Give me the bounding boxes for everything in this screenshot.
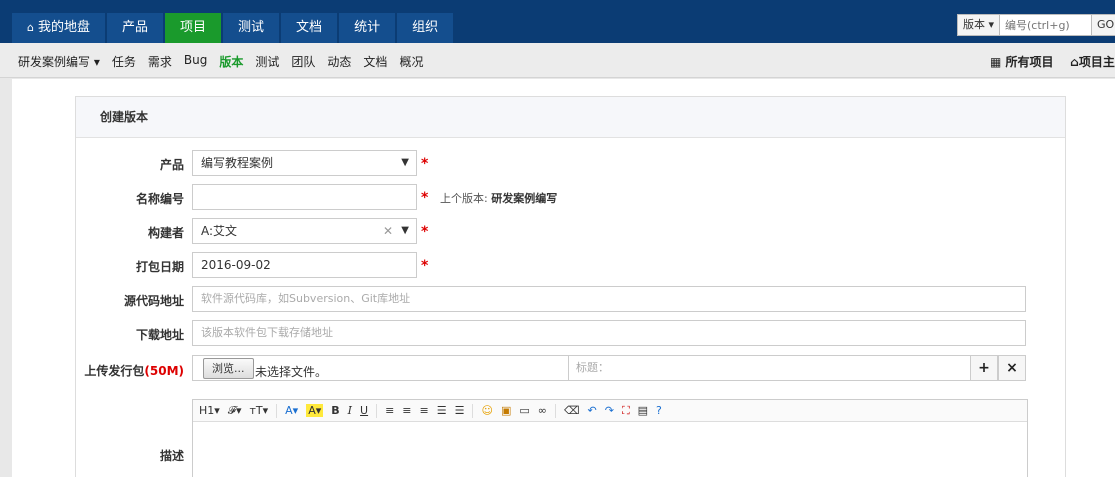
builder-select[interactable]: A:艾文 ✕ ▼ (192, 218, 417, 244)
tab-label: 文档 (296, 20, 323, 35)
help-icon[interactable]: ? (656, 404, 662, 417)
tab-label: 组织 (412, 20, 439, 35)
search-box: 版本 ▾ GO (957, 14, 1115, 36)
font-family-button[interactable]: 𝓕▾ (228, 404, 242, 418)
required-mark: * (421, 258, 429, 274)
required-mark: * (421, 190, 429, 206)
tab-label: 项目 (180, 20, 207, 35)
upload-label: 上传发行包(50M) (84, 364, 184, 378)
content-area: 创建版本 产品 编写教程案例 ▼ * 名称编号 * 上个版本: 研发案例编写 构建… (12, 79, 1115, 477)
align-right-icon[interactable]: ≡ (420, 404, 429, 417)
name-label: 名称编号 (135, 192, 184, 206)
add-file-button[interactable]: + (970, 355, 998, 381)
tab-label: 统计 (354, 20, 381, 35)
product-label: 产品 (159, 158, 184, 172)
scm-input[interactable]: 软件源代码库，如Subversion、Git库地址 (192, 286, 1026, 312)
download-input[interactable]: 该版本软件包下载存储地址 (192, 320, 1026, 346)
tab-test[interactable]: 测试 (223, 13, 280, 43)
file-title-input[interactable]: 标题： (568, 355, 970, 381)
home-icon: ⌂ (27, 21, 34, 34)
close-icon: × (1006, 360, 1018, 376)
product-select[interactable]: 编写教程案例 ▼ (192, 150, 417, 176)
browse-button[interactable]: 浏览... (203, 358, 254, 379)
image-icon[interactable]: ▣ (501, 404, 511, 417)
clear-icon[interactable]: ✕ (383, 219, 393, 243)
font-size-button[interactable]: тT▾ (249, 404, 268, 417)
bold-button[interactable]: B (331, 404, 339, 417)
editor-toolbar: H1▾ 𝓕▾ тT▾ A▾ A▾ B I U ≡ ≡ ≡ ☰ ☰ ☺ ▣ ▭ ∞ (193, 400, 1027, 422)
required-mark: * (421, 156, 429, 172)
subnav-item-story[interactable]: 需求 (148, 53, 172, 70)
subnav-item-build[interactable]: 版本 (219, 53, 243, 70)
top-bar: ⌂我的地盘 产品 项目 测试 文档 统计 组织 版本 ▾ GO (0, 0, 1115, 43)
code-icon[interactable]: ▭ (519, 404, 529, 417)
main-nav: ⌂ 我的地盘 产品 项目 测试 文档 统计 组织 (12, 13, 455, 43)
divider (554, 403, 556, 418)
subnav-item-test[interactable]: 测试 (255, 53, 279, 70)
desc-label: 描述 (159, 449, 184, 463)
no-file-text: 未选择文件。 (255, 365, 328, 379)
highlight-color-button[interactable]: A▾ (306, 404, 324, 417)
name-input[interactable] (192, 184, 417, 210)
align-center-icon[interactable]: ≡ (402, 404, 411, 417)
eraser-icon[interactable]: ⌫ (564, 404, 580, 417)
required-mark: * (421, 224, 429, 240)
project-switcher[interactable]: 研发案例编写 ▾ (18, 53, 100, 70)
link-icon[interactable]: ∞ (538, 404, 547, 417)
caret-down-icon: ▼ (401, 157, 409, 168)
scm-label: 源代码地址 (123, 294, 184, 308)
tab-doc[interactable]: 文档 (281, 13, 338, 43)
subnav-item-task[interactable]: 任务 (112, 53, 136, 70)
tab-label: 我的地盘 (37, 20, 90, 35)
subnav-item-bug[interactable]: Bug (184, 53, 207, 70)
last-version-hint: 上个版本: 研发案例编写 (440, 192, 558, 205)
tab-label: 产品 (122, 20, 149, 35)
emoticon-icon[interactable]: ☺ (481, 404, 492, 417)
subnav-item-view[interactable]: 概况 (399, 53, 423, 70)
description-editor[interactable]: H1▾ 𝓕▾ тT▾ A▾ A▾ B I U ≡ ≡ ≡ ☰ ☰ ☺ ▣ ▭ ∞ (192, 399, 1028, 477)
tab-my-dashboard[interactable]: ⌂ 我的地盘 (12, 13, 105, 43)
project-home-link[interactable]: ⌂项目主页 (1070, 55, 1115, 69)
italic-button[interactable]: I (348, 404, 352, 417)
divider (376, 403, 378, 418)
underline-button[interactable]: U (360, 404, 368, 417)
subnav-item-dynamic[interactable]: 动态 (327, 53, 351, 70)
download-label: 下载地址 (135, 328, 184, 342)
heading-button[interactable]: H1▾ (199, 404, 220, 417)
divider (472, 403, 474, 418)
tab-project[interactable]: 项目 (165, 13, 222, 43)
tab-label: 测试 (238, 20, 265, 35)
divider (276, 403, 278, 418)
sub-nav: 研发案例编写 ▾ 任务 需求 Bug 版本 测试 团队 动态 文档 概况 ▦ 所… (0, 43, 1115, 78)
remove-file-button[interactable]: × (998, 355, 1026, 381)
date-input[interactable]: 2016-09-02 (192, 252, 417, 278)
page-title: 创建版本 (76, 97, 1065, 138)
source-icon[interactable]: ▤ (638, 404, 648, 417)
search-input[interactable] (1000, 14, 1092, 36)
subnav-item-team[interactable]: 团队 (291, 53, 315, 70)
file-input: 浏览... 未选择文件。 (192, 355, 569, 381)
redo-icon[interactable]: ↷ (605, 404, 614, 417)
undo-icon[interactable]: ↶ (588, 404, 597, 417)
tab-report[interactable]: 统计 (339, 13, 396, 43)
plus-icon: + (978, 360, 990, 376)
font-color-button[interactable]: A▾ (285, 404, 298, 417)
builder-label: 构建者 (147, 226, 184, 240)
tab-product[interactable]: 产品 (107, 13, 164, 43)
ordered-list-icon[interactable]: ☰ (437, 404, 447, 417)
date-label: 打包日期 (135, 260, 184, 274)
align-left-icon[interactable]: ≡ (385, 404, 394, 417)
all-projects-link[interactable]: ▦ 所有项目 (990, 55, 1054, 69)
search-type-dropdown[interactable]: 版本 ▾ (957, 14, 1000, 36)
fullscreen-icon[interactable]: ⛶ (622, 404, 630, 418)
search-go-button[interactable]: GO (1092, 14, 1115, 36)
create-build-panel: 创建版本 产品 编写教程案例 ▼ * 名称编号 * 上个版本: 研发案例编写 构建… (75, 96, 1066, 477)
caret-down-icon: ▼ (401, 225, 409, 236)
unordered-list-icon[interactable]: ☰ (455, 404, 465, 417)
subnav-item-doc[interactable]: 文档 (363, 53, 387, 70)
tab-company[interactable]: 组织 (397, 13, 454, 43)
